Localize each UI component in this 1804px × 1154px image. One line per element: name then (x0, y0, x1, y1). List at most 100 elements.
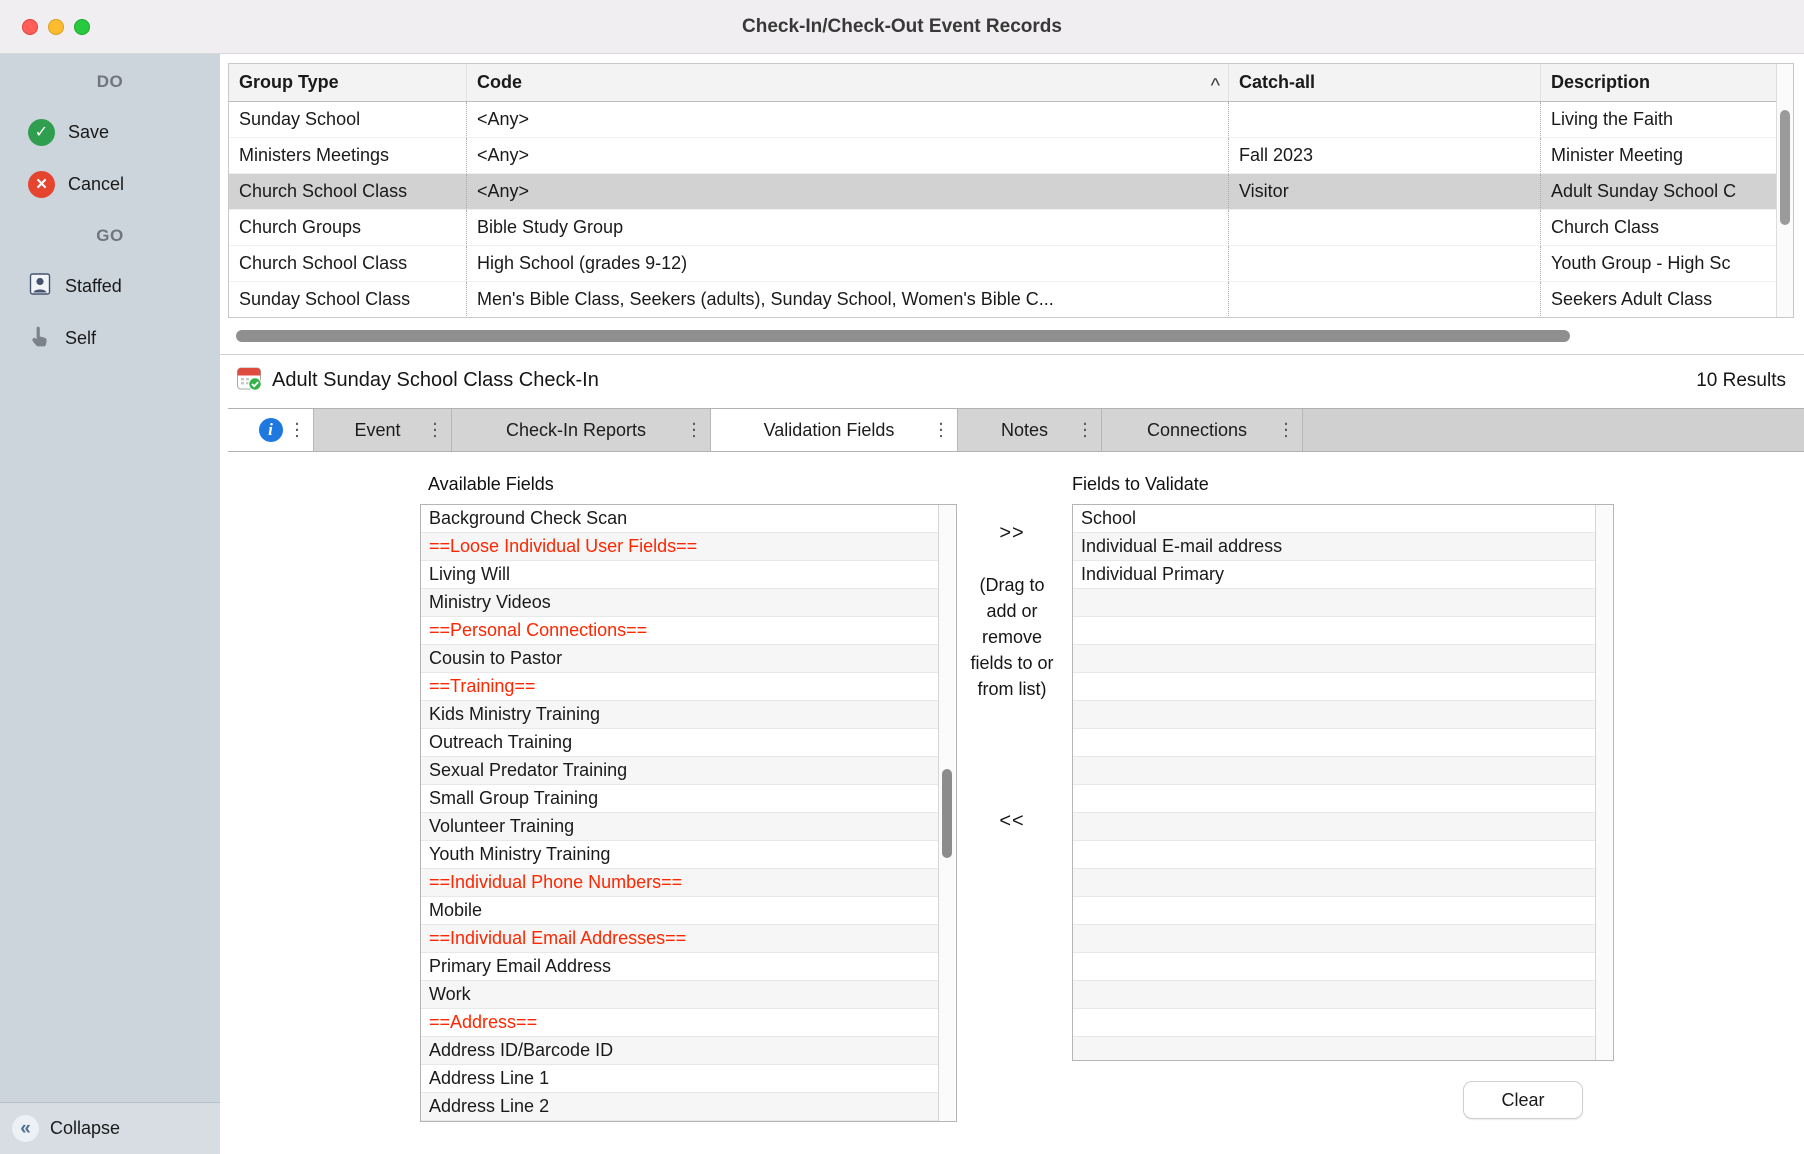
available-field-item[interactable]: ==Address== (421, 1009, 938, 1037)
tab-overflow-icon[interactable]: ⋮ (685, 420, 703, 441)
table-vertical-scrollbar[interactable] (1776, 64, 1793, 317)
available-fields-scrollbar-thumb[interactable] (942, 769, 952, 858)
table-horizontal-scrollbar[interactable] (228, 320, 1794, 348)
save-button[interactable]: ✓ Save (0, 108, 220, 156)
titlebar: Check-In/Check-Out Event Records (0, 0, 1804, 54)
table-vertical-scrollbar-thumb[interactable] (1780, 110, 1790, 225)
cell-description: Youth Group - High Sc (1541, 246, 1776, 282)
fields-to-validate-listbox: School Individual E-mail address Individ… (1072, 504, 1614, 1061)
sidebar: DO ✓ Save × Cancel GO Staffed (0, 54, 220, 1154)
table-row[interactable]: Sunday School <Any> Living the Faith (229, 102, 1776, 138)
column-label: Group Type (239, 72, 339, 93)
tab-overflow-icon[interactable]: ⋮ (932, 420, 950, 441)
tab-connections[interactable]: Connections ⋮ (1102, 409, 1303, 451)
close-window-button[interactable] (22, 19, 38, 35)
available-field-item[interactable]: Background Check Scan (421, 505, 938, 533)
available-field-item[interactable]: ==Personal Connections== (421, 617, 938, 645)
tab-event[interactable]: Event ⋮ (314, 409, 452, 451)
available-field-item[interactable]: Living Will (421, 561, 938, 589)
tab-label: Check-In Reports (506, 420, 656, 441)
tab-overflow-icon[interactable]: ⋮ (288, 420, 306, 441)
available-field-item[interactable]: Address Line 2 (421, 1093, 938, 1121)
available-fields-scrollbar[interactable] (938, 505, 956, 1121)
available-field-item[interactable]: ==Individual Email Addresses== (421, 925, 938, 953)
validate-field-item[interactable]: Individual E-mail address (1073, 533, 1595, 561)
cell-description: Minister Meeting (1541, 138, 1776, 174)
remove-fields-button[interactable]: << (968, 810, 1056, 833)
cancel-label: Cancel (68, 174, 124, 195)
collapse-label: Collapse (50, 1118, 120, 1139)
column-header-catch-all[interactable]: Catch-all (1229, 64, 1541, 101)
cell-catch-all (1229, 210, 1541, 246)
cell-catch-all (1229, 102, 1541, 138)
available-field-item[interactable]: Work (421, 981, 938, 1009)
cell-group-type: Sunday School Class (229, 282, 467, 317)
cell-catch-all: Fall 2023 (1229, 138, 1541, 174)
clear-button[interactable]: Clear (1463, 1081, 1583, 1119)
detail-title: Adult Sunday School Class Check-In (272, 369, 599, 392)
available-field-item[interactable]: Cousin to Pastor (421, 645, 938, 673)
table-row[interactable]: Church Groups Bible Study Group Church C… (229, 210, 1776, 246)
available-field-item[interactable]: ==Training== (421, 673, 938, 701)
available-fields-label: Available Fields (428, 474, 554, 495)
cell-code: Men's Bible Class, Seekers (adults), Sun… (467, 282, 1229, 317)
column-header-group-type[interactable]: Group Type (229, 64, 467, 101)
available-field-item[interactable]: Youth Ministry Training (421, 841, 938, 869)
self-hand-icon (28, 324, 52, 353)
self-button[interactable]: Self (0, 314, 220, 362)
cell-group-type: Church School Class (229, 174, 467, 210)
collapse-button[interactable]: « Collapse (0, 1102, 220, 1154)
table-row[interactable]: Church School Class High School (grades … (229, 246, 1776, 282)
available-field-item[interactable]: ==Loose Individual User Fields== (421, 533, 938, 561)
save-check-icon: ✓ (28, 119, 55, 146)
table-row[interactable]: Sunday School Class Men's Bible Class, S… (229, 282, 1776, 317)
available-field-item[interactable]: Address ID/Barcode ID (421, 1037, 938, 1065)
validate-field-item[interactable]: School (1073, 505, 1595, 533)
validate-field-item[interactable]: Individual Primary (1073, 561, 1595, 589)
available-field-item[interactable]: Sexual Predator Training (421, 757, 938, 785)
cell-code: <Any> (467, 138, 1229, 174)
column-label: Description (1551, 72, 1650, 93)
tab-overflow-icon[interactable]: ⋮ (1076, 420, 1094, 441)
available-field-item[interactable]: Kids Ministry Training (421, 701, 938, 729)
available-field-item[interactable]: Ministry Videos (421, 589, 938, 617)
column-header-description[interactable]: Description (1541, 64, 1776, 101)
sidebar-section-go: GO (0, 224, 220, 248)
minimize-window-button[interactable] (48, 19, 64, 35)
tab-overflow-icon[interactable]: ⋮ (426, 420, 444, 441)
available-field-item[interactable]: Mobile (421, 897, 938, 925)
tab-check-in-reports[interactable]: Check-In Reports ⋮ (452, 409, 711, 451)
tab-label: Connections (1147, 420, 1257, 441)
table-row[interactable]: Ministers Meetings <Any> Fall 2023 Minis… (229, 138, 1776, 174)
available-field-item[interactable]: Small Group Training (421, 785, 938, 813)
tab-label: Event (354, 420, 410, 441)
table-row-selected[interactable]: Church School Class <Any> Visitor Adult … (229, 174, 1776, 210)
cell-catch-all (1229, 246, 1541, 282)
staffed-button[interactable]: Staffed (0, 262, 220, 310)
cancel-button[interactable]: × Cancel (0, 160, 220, 208)
available-field-item[interactable]: Outreach Training (421, 729, 938, 757)
tab-overflow-icon[interactable]: ⋮ (1277, 420, 1295, 441)
sort-ascending-icon[interactable]: ^ (1211, 73, 1220, 93)
self-label: Self (65, 328, 96, 349)
available-field-item[interactable]: ==Individual Phone Numbers== (421, 869, 938, 897)
tab-notes[interactable]: Notes ⋮ (958, 409, 1102, 451)
available-field-item[interactable]: Volunteer Training (421, 813, 938, 841)
add-fields-button[interactable]: >> (968, 522, 1056, 545)
cancel-x-icon: × (28, 171, 55, 198)
table-horizontal-scrollbar-thumb[interactable] (236, 330, 1570, 342)
tab-info[interactable]: i ⋮ (228, 409, 314, 451)
table-header-row: Group Type Code ^ Catch-all Description (229, 64, 1776, 102)
records-table-columns: Group Type Code ^ Catch-all Description … (229, 64, 1776, 317)
app-window: Check-In/Check-Out Event Records DO ✓ Sa… (0, 0, 1804, 1154)
window-controls (22, 0, 90, 54)
available-field-item[interactable]: Address Line 1 (421, 1065, 938, 1093)
available-field-item[interactable]: Primary Email Address (421, 953, 938, 981)
tab-validation-fields[interactable]: Validation Fields ⋮ (711, 409, 958, 451)
fields-to-validate-scrollbar[interactable] (1595, 505, 1613, 1060)
cell-catch-all (1229, 282, 1541, 317)
cell-code: High School (grades 9-12) (467, 246, 1229, 282)
column-header-code[interactable]: Code ^ (467, 64, 1229, 101)
available-fields-listbox: Background Check Scan ==Loose Individual… (420, 504, 957, 1122)
zoom-window-button[interactable] (74, 19, 90, 35)
